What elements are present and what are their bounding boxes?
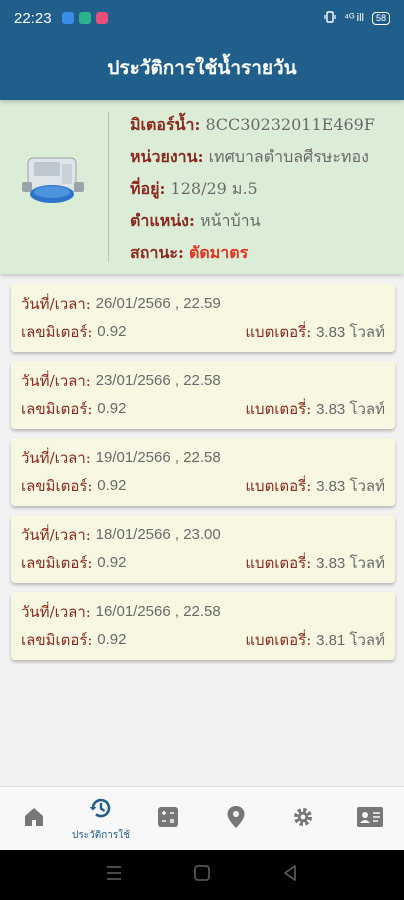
battery-value: 3.83 โวลท์ <box>316 478 385 495</box>
usage-record[interactable]: วันที่/เวลา: 19/01/2566 , 22.58 เลขมิเตอ… <box>11 438 395 506</box>
battery-value: 3.83 โวลท์ <box>316 555 385 572</box>
nav-calculator[interactable] <box>135 787 202 850</box>
recent-apps-icon[interactable] <box>105 865 123 885</box>
nav-home[interactable] <box>0 787 67 850</box>
meter-details: มิเตอร์น้ำ: 8CC30232011E469F หน่วยงาน: เ… <box>130 112 375 272</box>
calculator-icon <box>156 805 180 833</box>
notification-icon-3 <box>95 12 108 24</box>
meter-reading-value: 0.92 <box>97 631 127 648</box>
nav-history[interactable]: ประวัติการใช้ <box>67 787 134 850</box>
meter-id-row: มิเตอร์น้ำ: 8CC30232011E469F <box>130 112 375 144</box>
status-label: สถานะ: <box>130 243 184 262</box>
battery-value: 3.83 โวลท์ <box>316 401 385 418</box>
usage-record[interactable]: วันที่/เวลา: 26/01/2566 , 22.59 เลขมิเตอ… <box>11 284 395 352</box>
datetime-value: 16/01/2566 , 22.58 <box>95 603 221 620</box>
history-icon <box>88 795 114 825</box>
battery-label: แบตเตอรี่: <box>245 477 312 495</box>
nav-settings[interactable] <box>269 787 336 850</box>
app-bar: ประวัติการใช้น้ำรายวัน <box>0 36 404 100</box>
address-value: 128/29 ม.5 <box>170 179 258 198</box>
gear-icon <box>291 805 315 833</box>
meter-info-card: มิเตอร์น้ำ: 8CC30232011E469F หน่วยงาน: เ… <box>0 100 404 274</box>
meter-divider <box>108 112 109 262</box>
agency-label: หน่วยงาน: <box>130 147 204 166</box>
usage-record[interactable]: วันที่/เวลา: 23/01/2566 , 22.58 เลขมิเตอ… <box>11 361 395 429</box>
meter-id-value: 8CC30232011E469F <box>205 115 375 134</box>
position-value: หน้าบ้าน <box>199 211 261 230</box>
datetime-value: 26/01/2566 , 22.59 <box>95 295 221 312</box>
notification-icon-1 <box>61 12 74 24</box>
battery-value: 3.83 โวลท์ <box>316 324 385 341</box>
meter-reading-value: 0.92 <box>97 477 127 494</box>
meter-reading-value: 0.92 <box>97 400 127 417</box>
bottom-nav: ประวัติการใช้ <box>0 786 404 850</box>
battery-label: แบตเตอรี่: <box>245 400 312 418</box>
datetime-label: วันที่/เวลา: <box>21 372 91 390</box>
back-icon[interactable] <box>281 864 299 886</box>
system-nav-bar <box>0 850 404 900</box>
meter-id-label: มิเตอร์น้ำ: <box>130 115 201 134</box>
contact-card-icon <box>356 806 384 832</box>
nav-history-label: ประวัติการใช้ <box>72 829 130 841</box>
status-row: สถานะ: ตัดมาตร <box>130 240 375 272</box>
water-meter-image <box>20 152 86 206</box>
nav-contact[interactable] <box>337 787 404 850</box>
datetime-value: 18/01/2566 , 23.00 <box>95 526 221 543</box>
battery-label: แบตเตอรี่: <box>245 631 312 649</box>
page-title: ประวัติการใช้น้ำรายวัน <box>107 57 297 79</box>
address-row: ที่อยู่: 128/29 ม.5 <box>130 176 375 208</box>
battery-icon: 58 <box>371 11 390 25</box>
location-pin-icon <box>225 805 247 833</box>
battery-value: 3.81 โวลท์ <box>316 632 385 649</box>
status-bar: 22:23 ⁴ᴳ ill 58 <box>0 0 404 36</box>
datetime-value: 23/01/2566 , 22.58 <box>95 372 221 389</box>
status-value: ตัดมาตร <box>188 243 249 262</box>
agency-value: เทศบาลตำบลศีรษะทอง <box>208 147 369 166</box>
meter-reading-value: 0.92 <box>97 323 127 340</box>
datetime-label: วันที่/เวลา: <box>21 603 91 621</box>
datetime-value: 19/01/2566 , 22.58 <box>95 449 221 466</box>
status-time: 22:23 <box>14 9 52 27</box>
position-row: ตำแหน่ง: หน้าบ้าน <box>130 208 375 240</box>
meter-reading-label: เลขมิเตอร์: <box>21 400 93 418</box>
home-nav-icon[interactable] <box>193 864 211 886</box>
nav-location[interactable] <box>202 787 269 850</box>
usage-record[interactable]: วันที่/เวลา: 18/01/2566 , 23.00 เลขมิเตอ… <box>11 515 395 583</box>
signal-icon: ⁴ᴳ ill <box>344 12 364 24</box>
datetime-label: วันที่/เวลา: <box>21 295 91 313</box>
meter-reading-label: เลขมิเตอร์: <box>21 323 93 341</box>
home-icon <box>22 805 46 833</box>
meter-reading-label: เลขมิเตอร์: <box>21 554 93 572</box>
datetime-label: วันที่/เวลา: <box>21 526 91 544</box>
address-label: ที่อยู่: <box>130 179 166 198</box>
usage-record[interactable]: วันที่/เวลา: 16/01/2566 , 22.58 เลขมิเตอ… <box>11 592 395 660</box>
battery-label: แบตเตอรี่: <box>245 323 312 341</box>
usage-record-list: วันที่/เวลา: 26/01/2566 , 22.59 เลขมิเตอ… <box>11 284 395 669</box>
position-label: ตำแหน่ง: <box>130 211 195 230</box>
meter-reading-label: เลขมิเตอร์: <box>21 477 93 495</box>
notification-icon-2 <box>78 12 91 24</box>
battery-label: แบตเตอรี่: <box>245 554 312 572</box>
meter-reading-label: เลขมิเตอร์: <box>21 631 93 649</box>
meter-reading-value: 0.92 <box>97 554 127 571</box>
datetime-label: วันที่/เวลา: <box>21 449 91 467</box>
vibrate-icon <box>324 10 336 26</box>
agency-row: หน่วยงาน: เทศบาลตำบลศีรษะทอง <box>130 144 375 176</box>
